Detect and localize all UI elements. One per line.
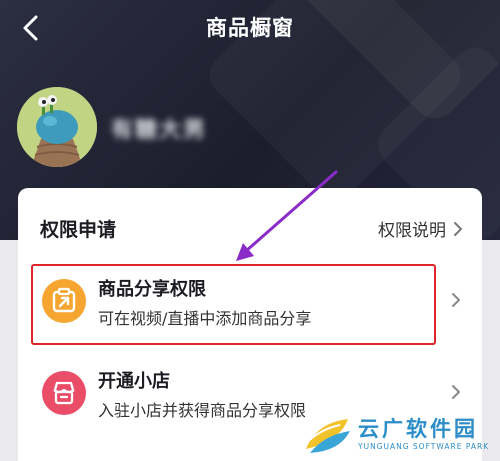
chevron-right-icon xyxy=(452,293,460,307)
card-header: 权限申请 权限说明 xyxy=(18,188,482,264)
permission-info-label: 权限说明 xyxy=(378,221,446,241)
open-shop-item[interactable]: 开通小店 入驻小店并获得商品分享权限 xyxy=(18,356,482,436)
page-title: 商品橱窗 xyxy=(206,16,294,40)
open-shop-title: 开通小店 xyxy=(98,371,170,392)
avatar[interactable] xyxy=(17,87,97,167)
avatar-image xyxy=(17,87,97,167)
permission-info-link[interactable]: 权限说明 xyxy=(378,216,464,241)
username: 有糖大男 xyxy=(111,118,208,143)
shop-icon xyxy=(42,371,86,415)
card-title: 权限申请 xyxy=(40,219,117,241)
product-share-title: 商品分享权限 xyxy=(98,279,206,300)
open-shop-subtitle: 入驻小店并获得商品分享权限 xyxy=(98,401,307,420)
product-share-permission-item[interactable]: 商品分享权限 可在视频/直播中添加商品分享 xyxy=(18,264,482,344)
chevron-right-icon xyxy=(454,221,462,236)
share-box-icon xyxy=(42,279,86,323)
chevron-right-icon xyxy=(452,385,460,399)
product-share-subtitle: 可在视频/直播中添加商品分享 xyxy=(98,309,312,328)
permission-card: 权限申请 权限说明 商品分享权限 可在视频/直播中添加商品分享 开通小店 入驻小… xyxy=(18,188,482,461)
